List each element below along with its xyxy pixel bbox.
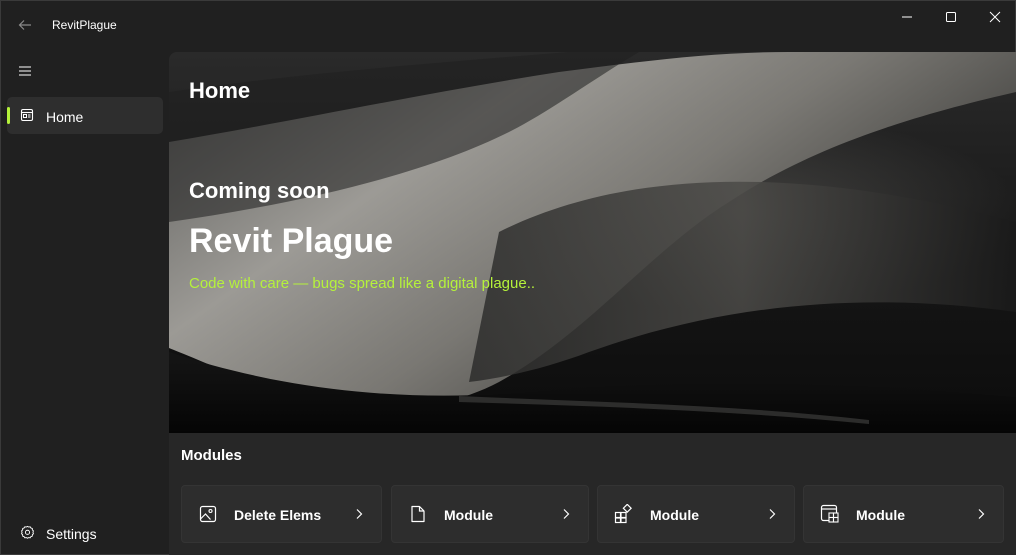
app-window: RevitPlague Home Settings Home Coming so… [0, 0, 1016, 555]
hamburger-icon [19, 66, 31, 76]
maximize-button[interactable] [929, 1, 973, 33]
chevron-right-icon [558, 506, 574, 522]
module-card-2[interactable]: Module [391, 485, 589, 543]
chevron-right-icon [351, 506, 367, 522]
maximize-icon [946, 12, 956, 22]
sidebar-item-label: Settings [46, 526, 97, 542]
apps-add-icon [614, 504, 634, 524]
sidebar-item-label: Home [46, 109, 84, 125]
hero-subtitle: Coming soon [189, 178, 330, 203]
window-title: RevitPlague [52, 18, 117, 32]
main-content: Home Coming soon Revit Plague Code with … [169, 52, 1016, 555]
close-icon [989, 11, 1001, 23]
module-card-delete-elems[interactable]: Delete Elems [181, 485, 382, 543]
module-card-label: Module [856, 507, 905, 523]
chevron-right-icon [973, 506, 989, 522]
arrow-left-icon [18, 20, 31, 30]
hero-title: Revit Plague [189, 222, 394, 260]
module-card-4[interactable]: Module [803, 485, 1004, 543]
selection-indicator [7, 107, 10, 124]
back-button[interactable] [11, 11, 39, 39]
modules-heading: Modules [181, 447, 242, 464]
sidebar-item-settings[interactable]: Settings [7, 514, 163, 551]
chevron-right-icon [764, 506, 780, 522]
close-button[interactable] [973, 1, 1016, 33]
window-grid-icon [820, 504, 840, 524]
module-card-label: Module [444, 507, 493, 523]
image-icon [198, 504, 218, 524]
gear-icon [19, 524, 35, 540]
menu-toggle-button[interactable] [9, 57, 41, 85]
home-icon [19, 107, 35, 123]
minimize-icon [902, 16, 912, 18]
title-bar: RevitPlague [1, 1, 1016, 49]
module-card-label: Module [650, 507, 699, 523]
module-card-3[interactable]: Module [597, 485, 795, 543]
hero-tagline: Code with care — bugs spread like a digi… [189, 275, 536, 292]
minimize-button[interactable] [885, 1, 929, 33]
module-card-label: Delete Elems [234, 507, 322, 523]
page-title: Home [189, 78, 251, 103]
navigation-pane: Home Settings [1, 49, 169, 555]
hero-banner: Home Coming soon Revit Plague Code with … [169, 52, 1016, 433]
document-icon [408, 504, 428, 524]
sidebar-item-home[interactable]: Home [7, 97, 163, 134]
